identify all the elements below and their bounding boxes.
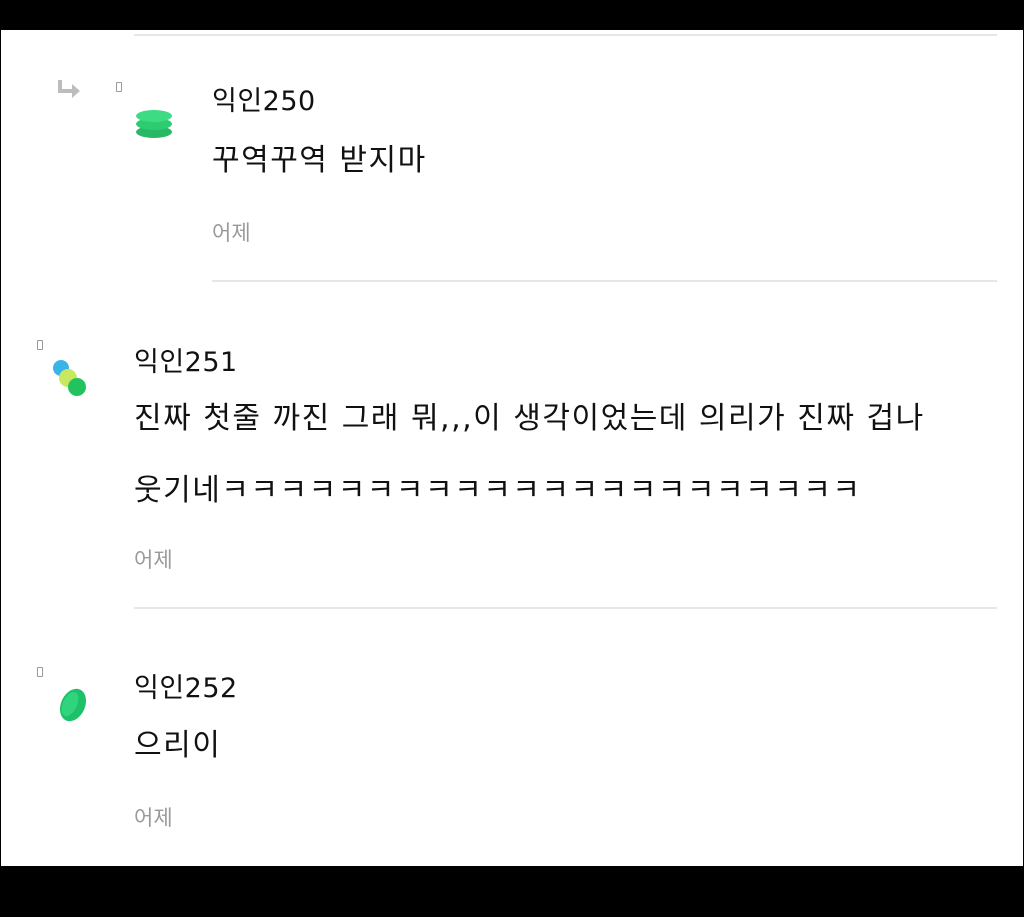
screenshot-frame: { "comments": [ { "is_reply": true, "nic…: [0, 0, 1024, 917]
comment-text: 진짜 첫줄 까진 그래 뭐,,,이 생각이었는데 의리가 진짜 겁나: [134, 401, 925, 436]
comment-text: 으리이: [134, 728, 222, 763]
comment-list: 익인250 꾸역꾸역 받지마 어제 익인251 진짜 첫줄 까진 그래 뭐,,,…: [0, 30, 1023, 866]
avatar: [136, 110, 172, 138]
flag-icon[interactable]: [116, 82, 122, 92]
avatar: [53, 360, 86, 396]
avatar: [59, 688, 87, 722]
comment-text: 웃기네ㅋㅋㅋㅋㅋㅋㅋㅋㅋㅋㅋㅋㅋㅋㅋㅋㅋㅋㅋㅋㅋㅋ: [134, 473, 862, 508]
flag-icon[interactable]: [37, 667, 43, 677]
comment-nickname: 익인251: [134, 347, 238, 378]
divider: [134, 34, 997, 36]
comment-time: 어제: [134, 548, 173, 572]
comment-nickname: 익인250: [212, 86, 316, 117]
comment-text: 꾸역꾸역 받지마: [212, 143, 427, 178]
comment-time: 어제: [212, 221, 251, 245]
comment-nickname: 익인252: [134, 673, 238, 704]
divider: [134, 607, 997, 609]
flag-icon[interactable]: [37, 340, 43, 350]
reply-arrow-icon: [58, 80, 80, 98]
divider: [212, 280, 997, 282]
comment-time: 어제: [134, 806, 173, 830]
